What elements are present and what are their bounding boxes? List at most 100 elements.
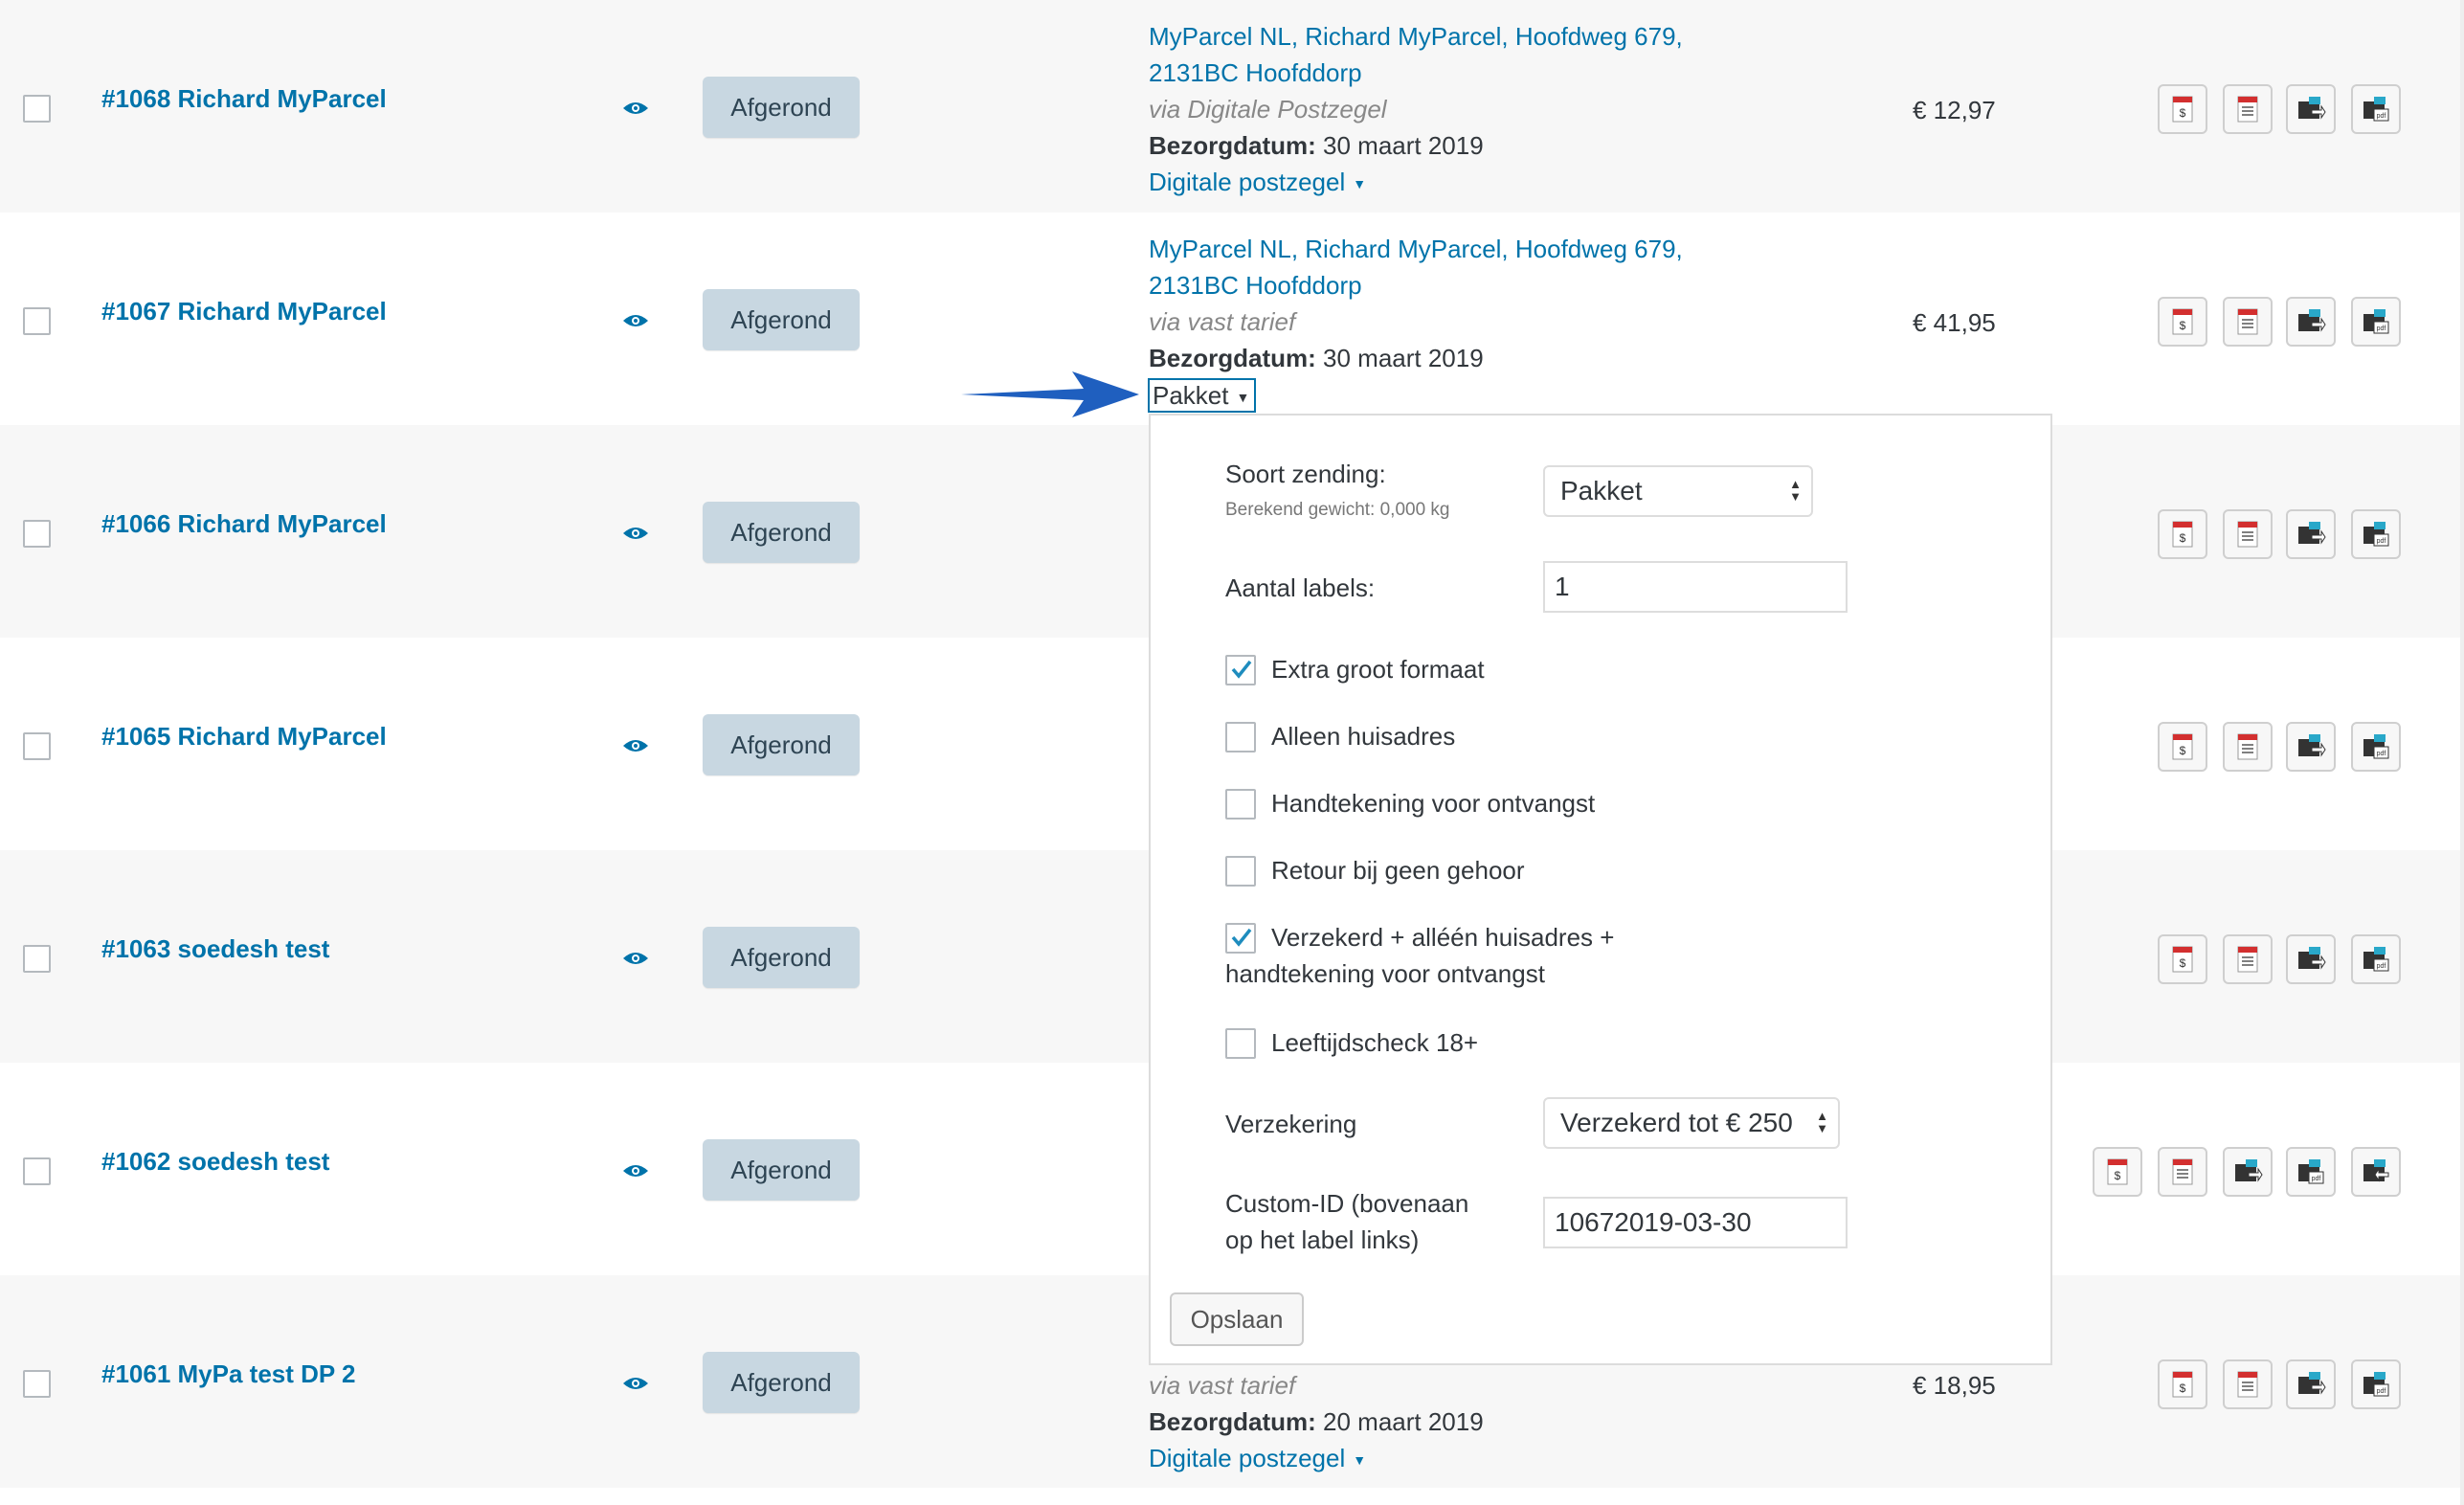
pdf-invoice-button[interactable]: $ (2158, 297, 2207, 347)
pdf-label-button[interactable]: pdf (2286, 1147, 2336, 1197)
svg-text:$: $ (2180, 744, 2186, 757)
custom-id-label: Custom-ID (bovenaan (1225, 1189, 1469, 1218)
order-link[interactable]: #1065 Richard MyParcel (101, 722, 387, 752)
caret-down-icon: ▼ (1236, 390, 1250, 406)
save-button[interactable]: Opslaan (1170, 1292, 1304, 1346)
preview-eye-icon[interactable] (622, 100, 649, 117)
order-link[interactable]: #1062 soedesh test (101, 1147, 329, 1177)
shipment-type-select[interactable]: Pakket ▲ ▼ (1543, 465, 1813, 517)
export-label-button[interactable] (2286, 509, 2336, 559)
pdf-packing-slip-button[interactable] (2223, 297, 2273, 347)
option-checkbox[interactable] (1225, 722, 1256, 752)
order-link[interactable]: #1068 Richard MyParcel (101, 84, 387, 114)
delivery-date: 30 maart 2019 (1323, 131, 1484, 160)
pdf-label-button[interactable]: pdf (2351, 1359, 2401, 1409)
pdf-packing-slip-button[interactable] (2158, 1147, 2207, 1197)
pdf-invoice-button[interactable]: $ (2093, 1147, 2142, 1197)
row-checkbox[interactable] (23, 732, 51, 760)
pdf-invoice-icon: $ (2102, 1157, 2133, 1187)
status-badge: Afgerond (703, 502, 860, 563)
pdf-invoice-button[interactable]: $ (2158, 722, 2207, 772)
shipping-address-line2[interactable]: 2131BC Hoofddorp (1149, 55, 1683, 91)
preview-eye-icon[interactable] (622, 312, 649, 329)
svg-text:$: $ (2180, 106, 2186, 120)
order-link[interactable]: #1066 Richard MyParcel (101, 509, 387, 539)
scrollbar[interactable] (2460, 0, 2464, 1505)
custom-id-input[interactable]: 10672019-03-30 (1543, 1197, 1848, 1248)
pdf-packing-slip-icon (2232, 944, 2263, 975)
pdf-invoice-button[interactable]: $ (2158, 1359, 2207, 1409)
shipping-address-line1[interactable]: MyParcel NL, Richard MyParcel, Hoofdweg … (1149, 231, 1683, 267)
export-label-button[interactable] (2286, 934, 2336, 984)
option-label: Extra groot formaat (1271, 655, 1485, 684)
export-label-button[interactable] (2286, 297, 2336, 347)
row-checkbox[interactable] (23, 945, 51, 973)
pdf-label-button[interactable]: pdf (2351, 84, 2401, 134)
export-label-button[interactable] (2286, 722, 2336, 772)
pdf-label-button[interactable]: pdf (2351, 509, 2401, 559)
custom-id-label-continued: op het label links) (1225, 1225, 1420, 1254)
order-link[interactable]: #1063 soedesh test (101, 934, 329, 964)
pdf-packing-slip-button[interactable] (2223, 934, 2273, 984)
pdf-invoice-button[interactable]: $ (2158, 84, 2207, 134)
option-checkbox[interactable] (1225, 923, 1256, 954)
export-label-icon (2296, 1369, 2326, 1400)
option-label: Handtekening voor ontvangst (1271, 789, 1596, 818)
export-label-icon (2296, 944, 2326, 975)
pdf-invoice-icon: $ (2167, 731, 2198, 762)
row-checkbox[interactable] (23, 307, 51, 335)
option-checkbox[interactable] (1225, 789, 1256, 820)
shipment-type-dropdown[interactable]: Digitale postzegel ▼ (1149, 164, 1683, 202)
preview-eye-icon[interactable] (622, 1162, 649, 1179)
row-checkbox[interactable] (23, 95, 51, 123)
pdf-label-button[interactable]: pdf (2351, 934, 2401, 984)
shipment-type-label: Digitale postzegel (1149, 1444, 1346, 1472)
pdf-label-button[interactable]: pdf (2351, 297, 2401, 347)
pdf-packing-slip-button[interactable] (2223, 722, 2273, 772)
preview-eye-icon[interactable] (622, 737, 649, 754)
option-checkbox[interactable] (1225, 856, 1256, 887)
pdf-invoice-icon: $ (2167, 519, 2198, 550)
shipment-type-label: Pakket (1153, 381, 1229, 410)
shipment-type-dropdown[interactable]: Digitale postzegel ▼ (1149, 1440, 1484, 1478)
shipping-address-line2[interactable]: 2131BC Hoofddorp (1149, 267, 1683, 303)
pdf-invoice-button[interactable]: $ (2158, 509, 2207, 559)
option-checkbox[interactable] (1225, 1028, 1256, 1059)
delivery-date-line: Bezorgdatum: 30 maart 2019 (1149, 340, 1683, 376)
annotation-arrow-icon (961, 371, 1139, 417)
order-link[interactable]: #1061 MyPa test DP 2 (101, 1359, 355, 1389)
option-checkbox[interactable] (1225, 655, 1256, 685)
pdf-label-icon: pdf (2361, 519, 2391, 550)
pdf-invoice-button[interactable]: $ (2158, 934, 2207, 984)
export-label-button[interactable] (2286, 84, 2336, 134)
insurance-select[interactable]: Verzekerd tot € 250 ▲ ▼ (1543, 1097, 1840, 1149)
pdf-packing-slip-icon (2232, 1369, 2263, 1400)
pdf-packing-slip-button[interactable] (2223, 84, 2273, 134)
shipping-address-line1[interactable]: MyParcel NL, Richard MyParcel, Hoofdweg … (1149, 18, 1683, 55)
preview-eye-icon[interactable] (622, 525, 649, 542)
pdf-label-button[interactable]: pdf (2351, 722, 2401, 772)
export-label-button[interactable] (2223, 1147, 2273, 1197)
pdf-label-icon: pdf (2361, 306, 2391, 337)
row-checkbox[interactable] (23, 520, 51, 548)
row-checkbox[interactable] (23, 1157, 51, 1185)
row-checkbox[interactable] (23, 1370, 51, 1398)
pdf-label-icon: pdf (2361, 1369, 2391, 1400)
preview-eye-icon[interactable] (622, 1375, 649, 1392)
return-label-button[interactable] (2351, 1147, 2401, 1197)
pdf-packing-slip-button[interactable] (2223, 1359, 2273, 1409)
table-row: #1068 Richard MyParcel Afgerond MyParcel… (0, 0, 2464, 213)
pdf-packing-slip-button[interactable] (2223, 509, 2273, 559)
preview-eye-icon[interactable] (622, 950, 649, 967)
calculated-weight-note: Berekend gewicht: 0,000 kg (1225, 500, 1450, 520)
shipment-type-dropdown-active[interactable]: Pakket ▼ (1148, 378, 1257, 413)
order-total: € 18,95 (1913, 1371, 1996, 1400)
insurance-label: Verzekering (1225, 1110, 1357, 1138)
order-total: € 41,95 (1913, 308, 1996, 337)
export-label-button[interactable] (2286, 1359, 2336, 1409)
order-link[interactable]: #1067 Richard MyParcel (101, 297, 387, 326)
svg-text:pdf: pdf (2377, 963, 2386, 970)
shipment-type-select-value: Pakket (1560, 476, 1643, 505)
pdf-invoice-icon: $ (2167, 306, 2198, 337)
labels-count-input[interactable]: 1 (1543, 561, 1848, 613)
